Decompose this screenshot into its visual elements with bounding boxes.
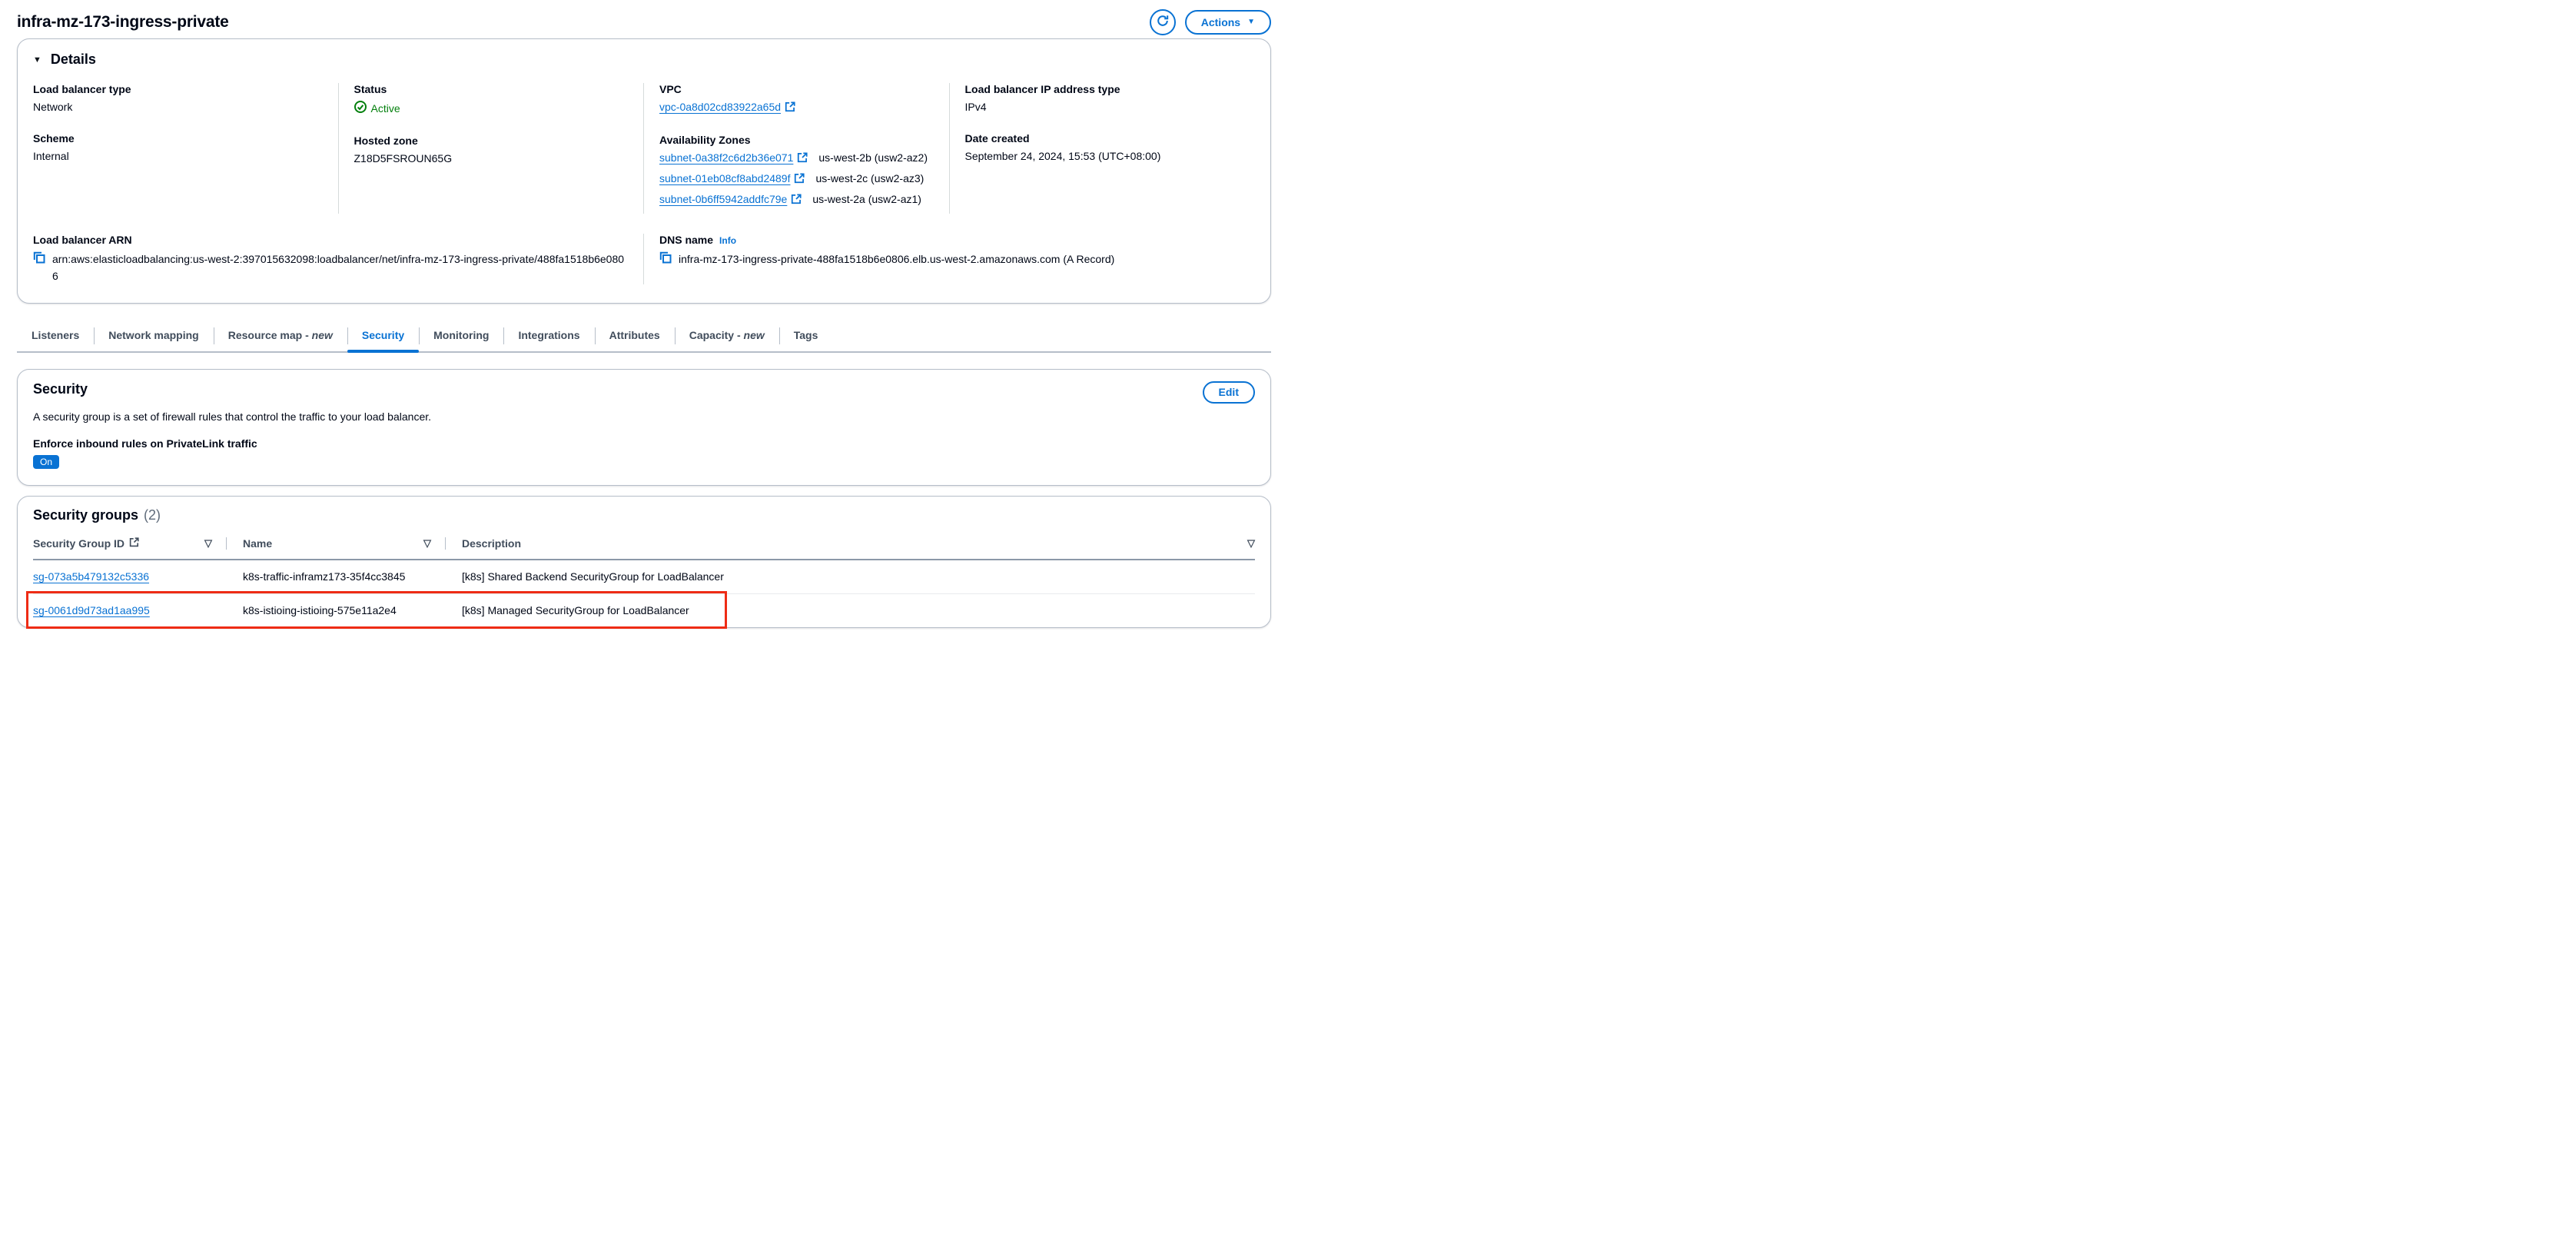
sort-icon[interactable]: ▽ — [1247, 537, 1255, 550]
scheme-value: Internal — [33, 150, 69, 162]
table-row: sg-0061d9d73ad1aa995 k8s-istioing-istioi… — [33, 594, 1255, 627]
security-group-link[interactable]: sg-0061d9d73ad1aa995 — [33, 604, 150, 616]
edit-button[interactable]: Edit — [1202, 381, 1255, 404]
table-row: sg-073a5b479132c5336 k8s-traffic-inframz… — [33, 560, 1255, 595]
security-group-name: k8s-traffic-inframz173-35f4cc3845 — [243, 570, 406, 583]
security-group-link[interactable]: sg-073a5b479132c5336 — [33, 570, 149, 583]
highlighted-row-wrapper: sg-0061d9d73ad1aa995 k8s-istioing-istioi… — [26, 591, 1255, 630]
actions-button[interactable]: Actions ▼ — [1184, 9, 1271, 35]
subnet-link[interactable]: subnet-01eb08cf8abd2489f — [659, 172, 790, 184]
az-zone: us-west-2b (usw2-az2) — [818, 151, 928, 164]
sort-icon[interactable]: ▽ — [423, 537, 431, 550]
arn-dns-row: Load balancer ARN arn:aws:elasticloadbal… — [33, 234, 1255, 285]
security-group-description: [k8s] Managed SecurityGroup for LoadBala… — [462, 604, 689, 617]
sort-icon[interactable]: ▽ — [204, 537, 212, 550]
arn-section: Load balancer ARN arn:aws:elasticloadbal… — [33, 234, 644, 285]
tab-listeners[interactable]: Listeners — [17, 322, 94, 351]
arn-value: arn:aws:elasticloadbalancing:us-west-2:3… — [52, 253, 625, 282]
copy-icon[interactable] — [33, 251, 45, 269]
ip-type-label: Load balancer IP address type — [964, 83, 1120, 95]
page-title: infra-mz-173-ingress-private — [17, 12, 229, 31]
vpc-label: VPC — [659, 83, 682, 95]
external-link-icon — [794, 173, 805, 186]
security-title: Security — [33, 381, 88, 397]
security-group-description: [k8s] Shared Backend SecurityGroup for L… — [462, 570, 724, 583]
dns-value: infra-mz-173-ingress-private-488fa1518b6… — [679, 253, 1115, 265]
actions-button-label: Actions — [1200, 15, 1241, 28]
security-groups-count: (2) — [144, 507, 161, 523]
tab-integrations[interactable]: Integrations — [503, 322, 594, 351]
lb-type-value: Network — [33, 101, 73, 113]
page-header: infra-mz-173-ingress-private Actions ▼ — [17, 0, 1271, 35]
az-label: Availability Zones — [659, 134, 751, 146]
tab-monitoring[interactable]: Monitoring — [419, 322, 503, 351]
enforce-privatelink-badge: On — [33, 455, 60, 470]
status-value: Active — [370, 101, 400, 115]
table-header-row: Security Group ID ▽ Name ▽ Description ▽ — [33, 533, 1255, 561]
details-col-4: Load balancer IP address type IPv4 Date … — [950, 83, 1256, 214]
tab-tags[interactable]: Tags — [778, 322, 833, 351]
column-header-security-group-id[interactable]: Security Group ID ▽ — [33, 537, 227, 550]
external-link-icon — [791, 194, 802, 207]
security-description: A security group is a set of firewall ru… — [33, 410, 432, 424]
refresh-icon — [1157, 15, 1169, 29]
security-groups-panel: Security groups (2) Security Group ID ▽ … — [17, 496, 1271, 630]
column-header-description[interactable]: Description ▽ — [462, 537, 1255, 550]
column-header-name[interactable]: Name ▽ — [243, 537, 446, 550]
tab-security[interactable]: Security — [347, 322, 420, 354]
dns-info-link[interactable]: Info — [719, 235, 736, 246]
details-collapse-toggle[interactable]: ▼ Details — [33, 52, 1255, 68]
tab-resource-map-new[interactable]: Resource map - new — [213, 322, 347, 351]
details-title: Details — [50, 52, 96, 67]
details-grid: Load balancer type Network Scheme Intern… — [33, 83, 1255, 214]
security-panel: Security Edit A security group is a set … — [17, 369, 1271, 487]
hosted-zone-label: Hosted zone — [354, 135, 418, 147]
subnet-link[interactable]: subnet-0a38f2c6d2b36e071 — [659, 151, 793, 164]
security-groups-table: Security Group ID ▽ Name ▽ Description ▽… — [26, 533, 1255, 630]
date-created-value: September 24, 2024, 15:53 (UTC+08:00) — [964, 150, 1161, 162]
tab-capacity-new[interactable]: Capacity - new — [674, 322, 779, 351]
az-row: subnet-01eb08cf8abd2489f us-west-2c (usw2… — [659, 172, 934, 186]
az-zone: us-west-2a (usw2-az1) — [812, 193, 921, 205]
hosted-zone-value: Z18D5FSROUN65G — [354, 152, 453, 164]
details-col-3: VPC vpc-0a8d02cd83922a65d Availability Z… — [644, 83, 950, 214]
scheme-label: Scheme — [33, 132, 75, 145]
security-group-name: k8s-istioing-istioing-575e11a2e4 — [243, 604, 397, 617]
refresh-button[interactable] — [1149, 8, 1176, 35]
security-groups-title: Security groups — [33, 507, 139, 523]
tab-bar: Listeners Network mapping Resource map -… — [17, 322, 1271, 354]
subnet-link[interactable]: subnet-0b6ff5942addfc79e — [659, 193, 787, 205]
status-badge: Active — [354, 101, 629, 115]
az-row: subnet-0a38f2c6d2b36e071 us-west-2b (usw2… — [659, 151, 934, 165]
external-link-icon — [797, 152, 808, 165]
collapse-caret-icon: ▼ — [33, 55, 41, 65]
actions-caret-down-icon: ▼ — [1247, 17, 1255, 26]
details-col-2: Status Active Hosted zone Z18D5FSROUN65G — [339, 83, 644, 214]
details-panel: ▼ Details Load balancer type Network Sch… — [17, 38, 1271, 304]
dns-section: DNS name Info infra-mz-173-ingress-privat… — [644, 234, 1255, 284]
date-created-label: Date created — [964, 132, 1030, 145]
tab-attributes[interactable]: Attributes — [594, 322, 675, 351]
az-row: subnet-0b6ff5942addfc79e us-west-2a (usw2… — [659, 193, 934, 207]
status-label: Status — [354, 83, 387, 95]
external-link-icon — [785, 101, 795, 115]
lb-type-label: Load balancer type — [33, 83, 131, 95]
details-col-1: Load balancer type Network Scheme Intern… — [33, 83, 339, 214]
dns-label: DNS name Info — [659, 234, 737, 246]
external-link-icon — [129, 537, 139, 550]
header-actions: Actions ▼ — [1149, 8, 1271, 35]
ip-type-value: IPv4 — [964, 101, 987, 113]
az-zone: us-west-2c (usw2-az3) — [815, 172, 925, 184]
copy-icon[interactable] — [659, 251, 672, 269]
check-circle-icon — [354, 101, 367, 115]
enforce-privatelink-label: Enforce inbound rules on PrivateLink tra… — [33, 437, 257, 450]
tab-network-mapping[interactable]: Network mapping — [94, 322, 213, 351]
arn-label: Load balancer ARN — [33, 234, 132, 246]
load-balancer-detail-page: infra-mz-173-ingress-private Actions ▼ ▼… — [0, 0, 1288, 630]
vpc-link[interactable]: vpc-0a8d02cd83922a65d — [659, 101, 781, 113]
